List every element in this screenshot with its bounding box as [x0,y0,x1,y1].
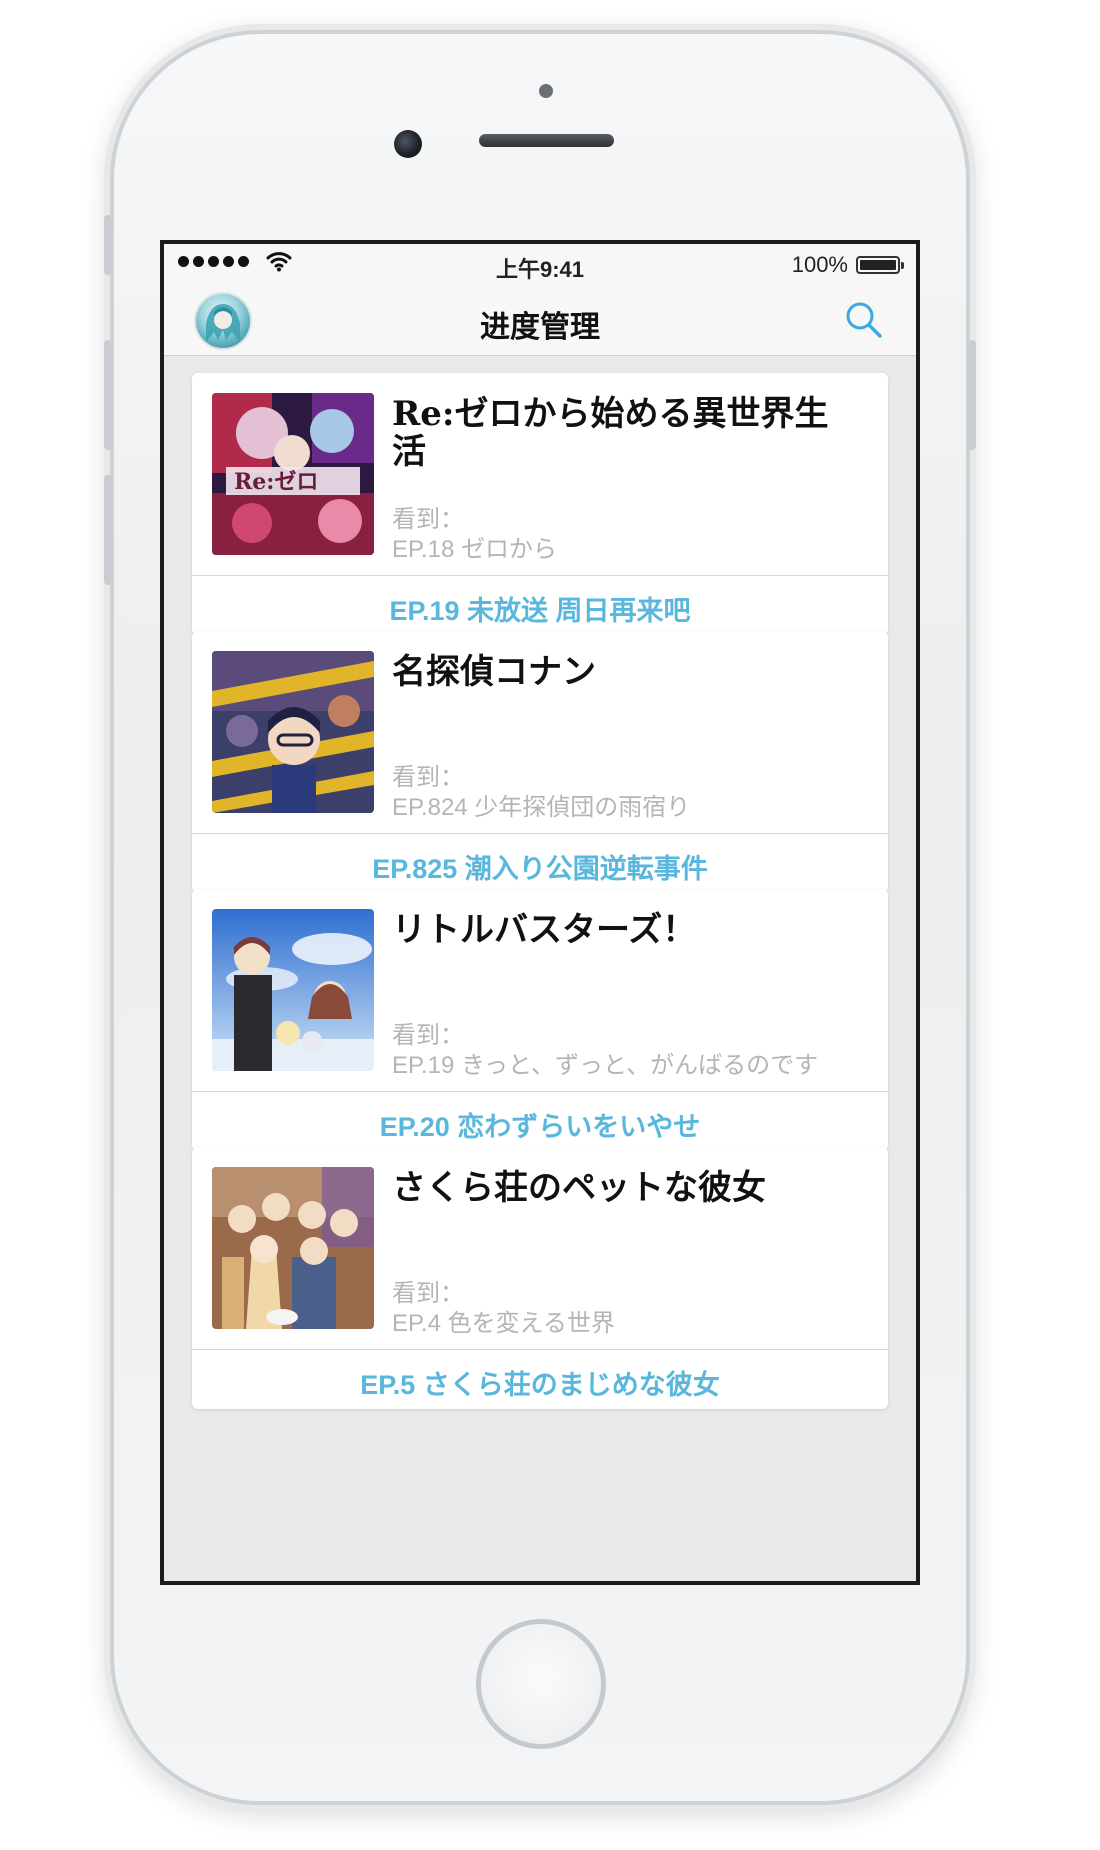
proximity-sensor [539,84,553,98]
cover-art [212,909,374,1071]
next-episode-button[interactable]: EP.825 潮入り公園逆転事件 [192,847,888,886]
next-episode-button[interactable]: EP.5 さくら荘のまじめな彼女 [192,1363,888,1402]
anime-card[interactable]: Re:ゼロ Re:ゼロから始める異世界生活 看到： EP.18 ゼロから EP.… [192,373,888,635]
watched-episode: EP.19 きっと、ずっと、がんばるのです [392,1052,819,1079]
anime-title: 名探偵コナン [392,652,596,692]
battery-icon [856,256,904,274]
home-button[interactable] [476,1619,606,1749]
anime-card[interactable]: さくら荘のペットな彼女 看到： EP.4 色を変える世界 EP.5 さくら荘のま… [192,1147,888,1409]
power-button[interactable] [968,340,976,450]
anime-card[interactable]: 名探偵コナン 看到： EP.824 少年探偵団の雨宿り EP.825 潮入り公園… [192,631,888,893]
next-episode-button[interactable]: EP.20 恋わずらいをいやせ [192,1105,888,1144]
anime-title: Re:ゼロから始める異世界生活 [392,394,829,472]
cover-art [212,651,374,813]
navigation-bar: 进度管理 [164,284,916,356]
card-divider [192,1349,888,1350]
cover-art [212,1167,374,1329]
watched-episode: EP.824 少年探偵団の雨宿り [392,794,691,821]
front-camera [394,130,422,158]
phone-screen: 上午9:41 100% 进度管理 Re:ゼロ Re:ゼロから始める異世界生活 看… [160,240,920,1585]
cover-art: Re:ゼロ [212,393,374,555]
earpiece-speaker [479,134,614,147]
volume-down-button[interactable] [104,475,112,585]
anime-cover [212,1167,374,1329]
anime-card[interactable]: リトルバスターズ！ 看到： EP.19 きっと、ずっと、がんばるのです EP.2… [192,889,888,1151]
anime-title: さくら荘のペットな彼女 [392,1168,766,1208]
volume-up-button[interactable] [104,340,112,450]
cover-logo-text: Re:ゼロ [234,469,318,495]
watched-episode: EP.4 色を変える世界 [392,1310,615,1337]
anime-title: リトルバスターズ！ [392,910,697,950]
card-divider [192,1091,888,1092]
page-title: 进度管理 [480,310,600,345]
next-episode-button[interactable]: EP.19 未放送 周日再来吧 [192,589,888,628]
search-icon [846,302,882,338]
anime-cover: Re:ゼロ [212,393,374,555]
mute-switch[interactable] [104,215,112,275]
card-divider [192,833,888,834]
anime-cover [212,651,374,813]
anime-cover [212,909,374,1071]
status-bar: 上午9:41 100% [164,244,916,284]
card-divider [192,575,888,576]
search-button[interactable] [842,298,886,342]
watched-episode: EP.18 ゼロから [392,536,557,563]
progress-list: Re:ゼロ Re:ゼロから始める異世界生活 看到： EP.18 ゼロから EP.… [164,357,916,1581]
battery-percentage: 100% [791,252,848,277]
